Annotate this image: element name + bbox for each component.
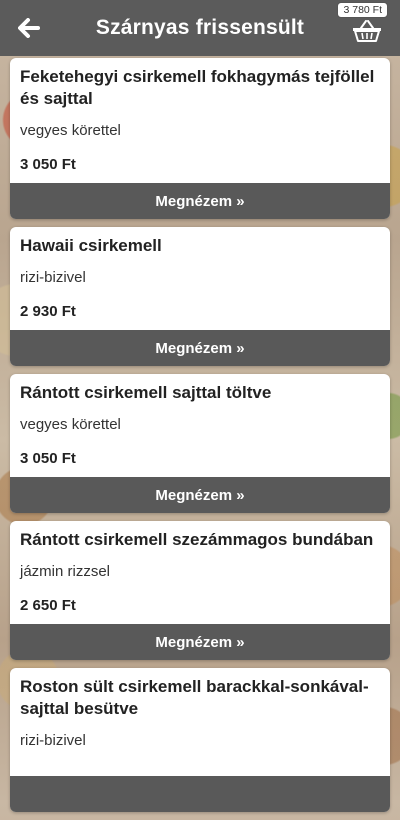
- product-name: Rántott csirkemell szezámmagos bundában: [20, 530, 374, 549]
- product-price: 3 050 Ft: [20, 156, 76, 173]
- product-name: Hawaii csirkemell: [20, 236, 162, 255]
- product-price: 3 050 Ft: [20, 450, 76, 467]
- product-card: Rántott csirkemell sajttal töltve vegyes…: [10, 374, 390, 513]
- product-price: 2 930 Ft: [20, 303, 76, 320]
- view-button[interactable]: [10, 776, 390, 812]
- product-card: Feketehegyi csirkemell fokhagymás tejföl…: [10, 58, 390, 219]
- product-list: Feketehegyi csirkemell fokhagymás tejföl…: [10, 58, 390, 820]
- view-button[interactable]: Megnézem »: [10, 183, 390, 219]
- product-card: Rántott csirkemell szezámmagos bundában …: [10, 521, 390, 660]
- header-bar: Szárnyas frissensült 3 780 Ft: [0, 0, 400, 56]
- view-button[interactable]: Megnézem »: [10, 624, 390, 660]
- product-price: 2 650 Ft: [20, 597, 76, 614]
- product-name: Feketehegyi csirkemell fokhagymás tejföl…: [20, 67, 375, 108]
- product-name: Rántott csirkemell sajttal töltve: [20, 383, 272, 402]
- view-button[interactable]: Megnézem »: [10, 330, 390, 366]
- cart-total: 3 780 Ft: [337, 2, 388, 18]
- cart-button[interactable]: 3 780 Ft: [326, 2, 392, 46]
- view-button[interactable]: Megnézem »: [10, 477, 390, 513]
- product-side: vegyes körettel: [20, 416, 121, 433]
- product-side: rizi-bizivel: [20, 732, 86, 749]
- basket-icon: [353, 20, 381, 42]
- product-side: vegyes körettel: [20, 122, 121, 139]
- product-side: rizi-bizivel: [20, 269, 86, 286]
- product-name: Roston sült csirkemell barackkal-sonkáva…: [20, 677, 369, 718]
- product-side: jázmin rizzsel: [20, 563, 111, 580]
- product-card: Hawaii csirkemell rizi-bizivel 2 930 Ft …: [10, 227, 390, 366]
- product-card: Roston sült csirkemell barackkal-sonkáva…: [10, 668, 390, 812]
